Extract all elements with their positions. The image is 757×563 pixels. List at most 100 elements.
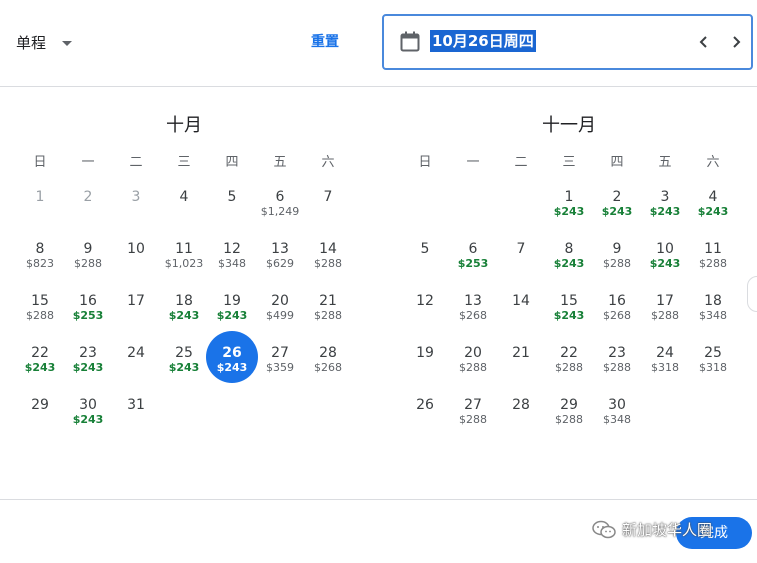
calendar-day[interactable]: 1 $243 [545,175,593,227]
weekday-label: 一 [81,155,95,170]
day-number: 21 [512,345,530,361]
calendar-day[interactable]: 2 $243 [593,175,641,227]
weekday-label: 二 [129,155,143,170]
calendar-day[interactable]: 18 $348 [689,279,737,331]
calendar-day[interactable]: 13 $629 [256,227,304,279]
calendar-day[interactable]: 5 [208,175,256,227]
weekday-label: 二 [514,155,528,170]
calendar-day-selected[interactable]: 26 $243 [206,331,258,383]
calendar-day[interactable]: 25 $318 [689,331,737,383]
calendar-day[interactable]: 2 [64,175,112,227]
calendar-day[interactable]: 17 $288 [641,279,689,331]
calendar-day[interactable]: 3 [112,175,160,227]
calendar-day[interactable]: 28 [497,383,545,435]
calendar-day[interactable]: 19 $243 [208,279,256,331]
day-price: $268 [314,361,342,374]
calendar-day[interactable]: 4 $243 [689,175,737,227]
weekday-label: 一 [466,155,480,170]
calendar-day[interactable]: 11 $288 [689,227,737,279]
watermark: 新加坡华人圈 [592,519,712,540]
day-price: $288 [555,413,583,426]
caret-down-icon [62,40,73,46]
calendar-day[interactable]: 26 [401,383,449,435]
day-price: $288 [651,309,679,322]
calendar-day[interactable]: 31 [112,383,160,435]
weekday-header: 日 一 二 三 四 五 六 [16,151,352,170]
calendar-day[interactable]: 10 $243 [641,227,689,279]
calendar-day[interactable]: 5 [401,227,449,279]
calendar-day[interactable]: 13 $268 [449,279,497,331]
weekday-label: 三 [177,155,191,170]
calendar-day[interactable]: 15 $243 [545,279,593,331]
calendar-day[interactable]: 12 $348 [208,227,256,279]
calendar-day[interactable]: 18 $243 [160,279,208,331]
calendar-day[interactable]: 15 $288 [16,279,64,331]
calendar-day[interactable]: 6 $1,249 [256,175,304,227]
calendar-day[interactable]: 30 $348 [593,383,641,435]
reset-button[interactable]: 重置 [311,31,339,51]
calendar-day[interactable]: 4 [160,175,208,227]
calendar-day[interactable]: 19 [401,331,449,383]
day-number: 3 [660,189,670,205]
weekday-label: 五 [658,155,672,170]
day-number: 25 [175,345,193,361]
calendar-day[interactable]: 7 [497,227,545,279]
day-number: 30 [79,397,97,413]
calendar-day[interactable]: 7 [304,175,352,227]
previous-date-button[interactable] [692,30,716,54]
scroll-handle[interactable] [747,276,757,312]
calendar-day[interactable]: 29 [16,383,64,435]
calendar-day[interactable]: 25 $243 [160,331,208,383]
calendar-day[interactable]: 17 [112,279,160,331]
calendar-day[interactable]: 21 [497,331,545,383]
calendar-day[interactable]: 21 $288 [304,279,352,331]
calendar-day[interactable]: 24 $318 [641,331,689,383]
calendar-day[interactable]: 24 [112,331,160,383]
day-number: 1 [564,189,574,205]
day-number: 26 [222,345,242,361]
selected-date-text[interactable]: 10月26日周四 [430,30,536,52]
calendar-day[interactable]: 20 $288 [449,331,497,383]
calendar-day[interactable]: 9 $288 [593,227,641,279]
calendar-day[interactable]: 23 $243 [64,331,112,383]
departure-date-field[interactable]: 10月26日周四 [382,14,753,70]
calendar-day[interactable]: 3 $243 [641,175,689,227]
calendar-day[interactable]: 28 $268 [304,331,352,383]
day-number: 26 [416,397,434,413]
calendar-day[interactable]: 27 $359 [256,331,304,383]
calendar-day[interactable]: 8 $243 [545,227,593,279]
calendar-day[interactable]: 6 $253 [449,227,497,279]
calendar-day[interactable]: 16 $268 [593,279,641,331]
calendar-day[interactable]: 30 $243 [64,383,112,435]
calendar-day[interactable]: 14 $288 [304,227,352,279]
day-price: $288 [603,257,631,270]
calendar-day[interactable]: 11 $1,023 [160,227,208,279]
calendar-day[interactable]: 10 [112,227,160,279]
day-number: 5 [227,189,237,205]
day-price: $243 [168,361,200,374]
calendar-day[interactable]: 8 $823 [16,227,64,279]
day-price: $268 [459,309,487,322]
day-price: $288 [459,413,487,426]
calendar-day[interactable]: 14 [497,279,545,331]
calendar-day[interactable]: 29 $288 [545,383,593,435]
calendar-day[interactable]: 16 $253 [64,279,112,331]
calendar-day[interactable]: 9 $288 [64,227,112,279]
calendar-day[interactable]: 12 [401,279,449,331]
calendar-day[interactable]: 27 $288 [449,383,497,435]
trip-type-dropdown[interactable]: 单程 [16,28,73,56]
calendar-day[interactable]: 1 [16,175,64,227]
day-number: 6 [468,241,478,257]
month-title: 十一月 [542,115,596,136]
day-number: 2 [83,189,93,205]
day-price: $243 [553,205,585,218]
day-number: 27 [464,397,482,413]
day-price: $243 [553,309,585,322]
calendar-day[interactable]: 20 $499 [256,279,304,331]
day-number: 10 [127,241,145,257]
calendar-day[interactable]: 22 $288 [545,331,593,383]
day-number: 12 [416,293,434,309]
calendar-day[interactable]: 23 $288 [593,331,641,383]
next-date-button[interactable] [724,30,748,54]
calendar-day[interactable]: 22 $243 [16,331,64,383]
